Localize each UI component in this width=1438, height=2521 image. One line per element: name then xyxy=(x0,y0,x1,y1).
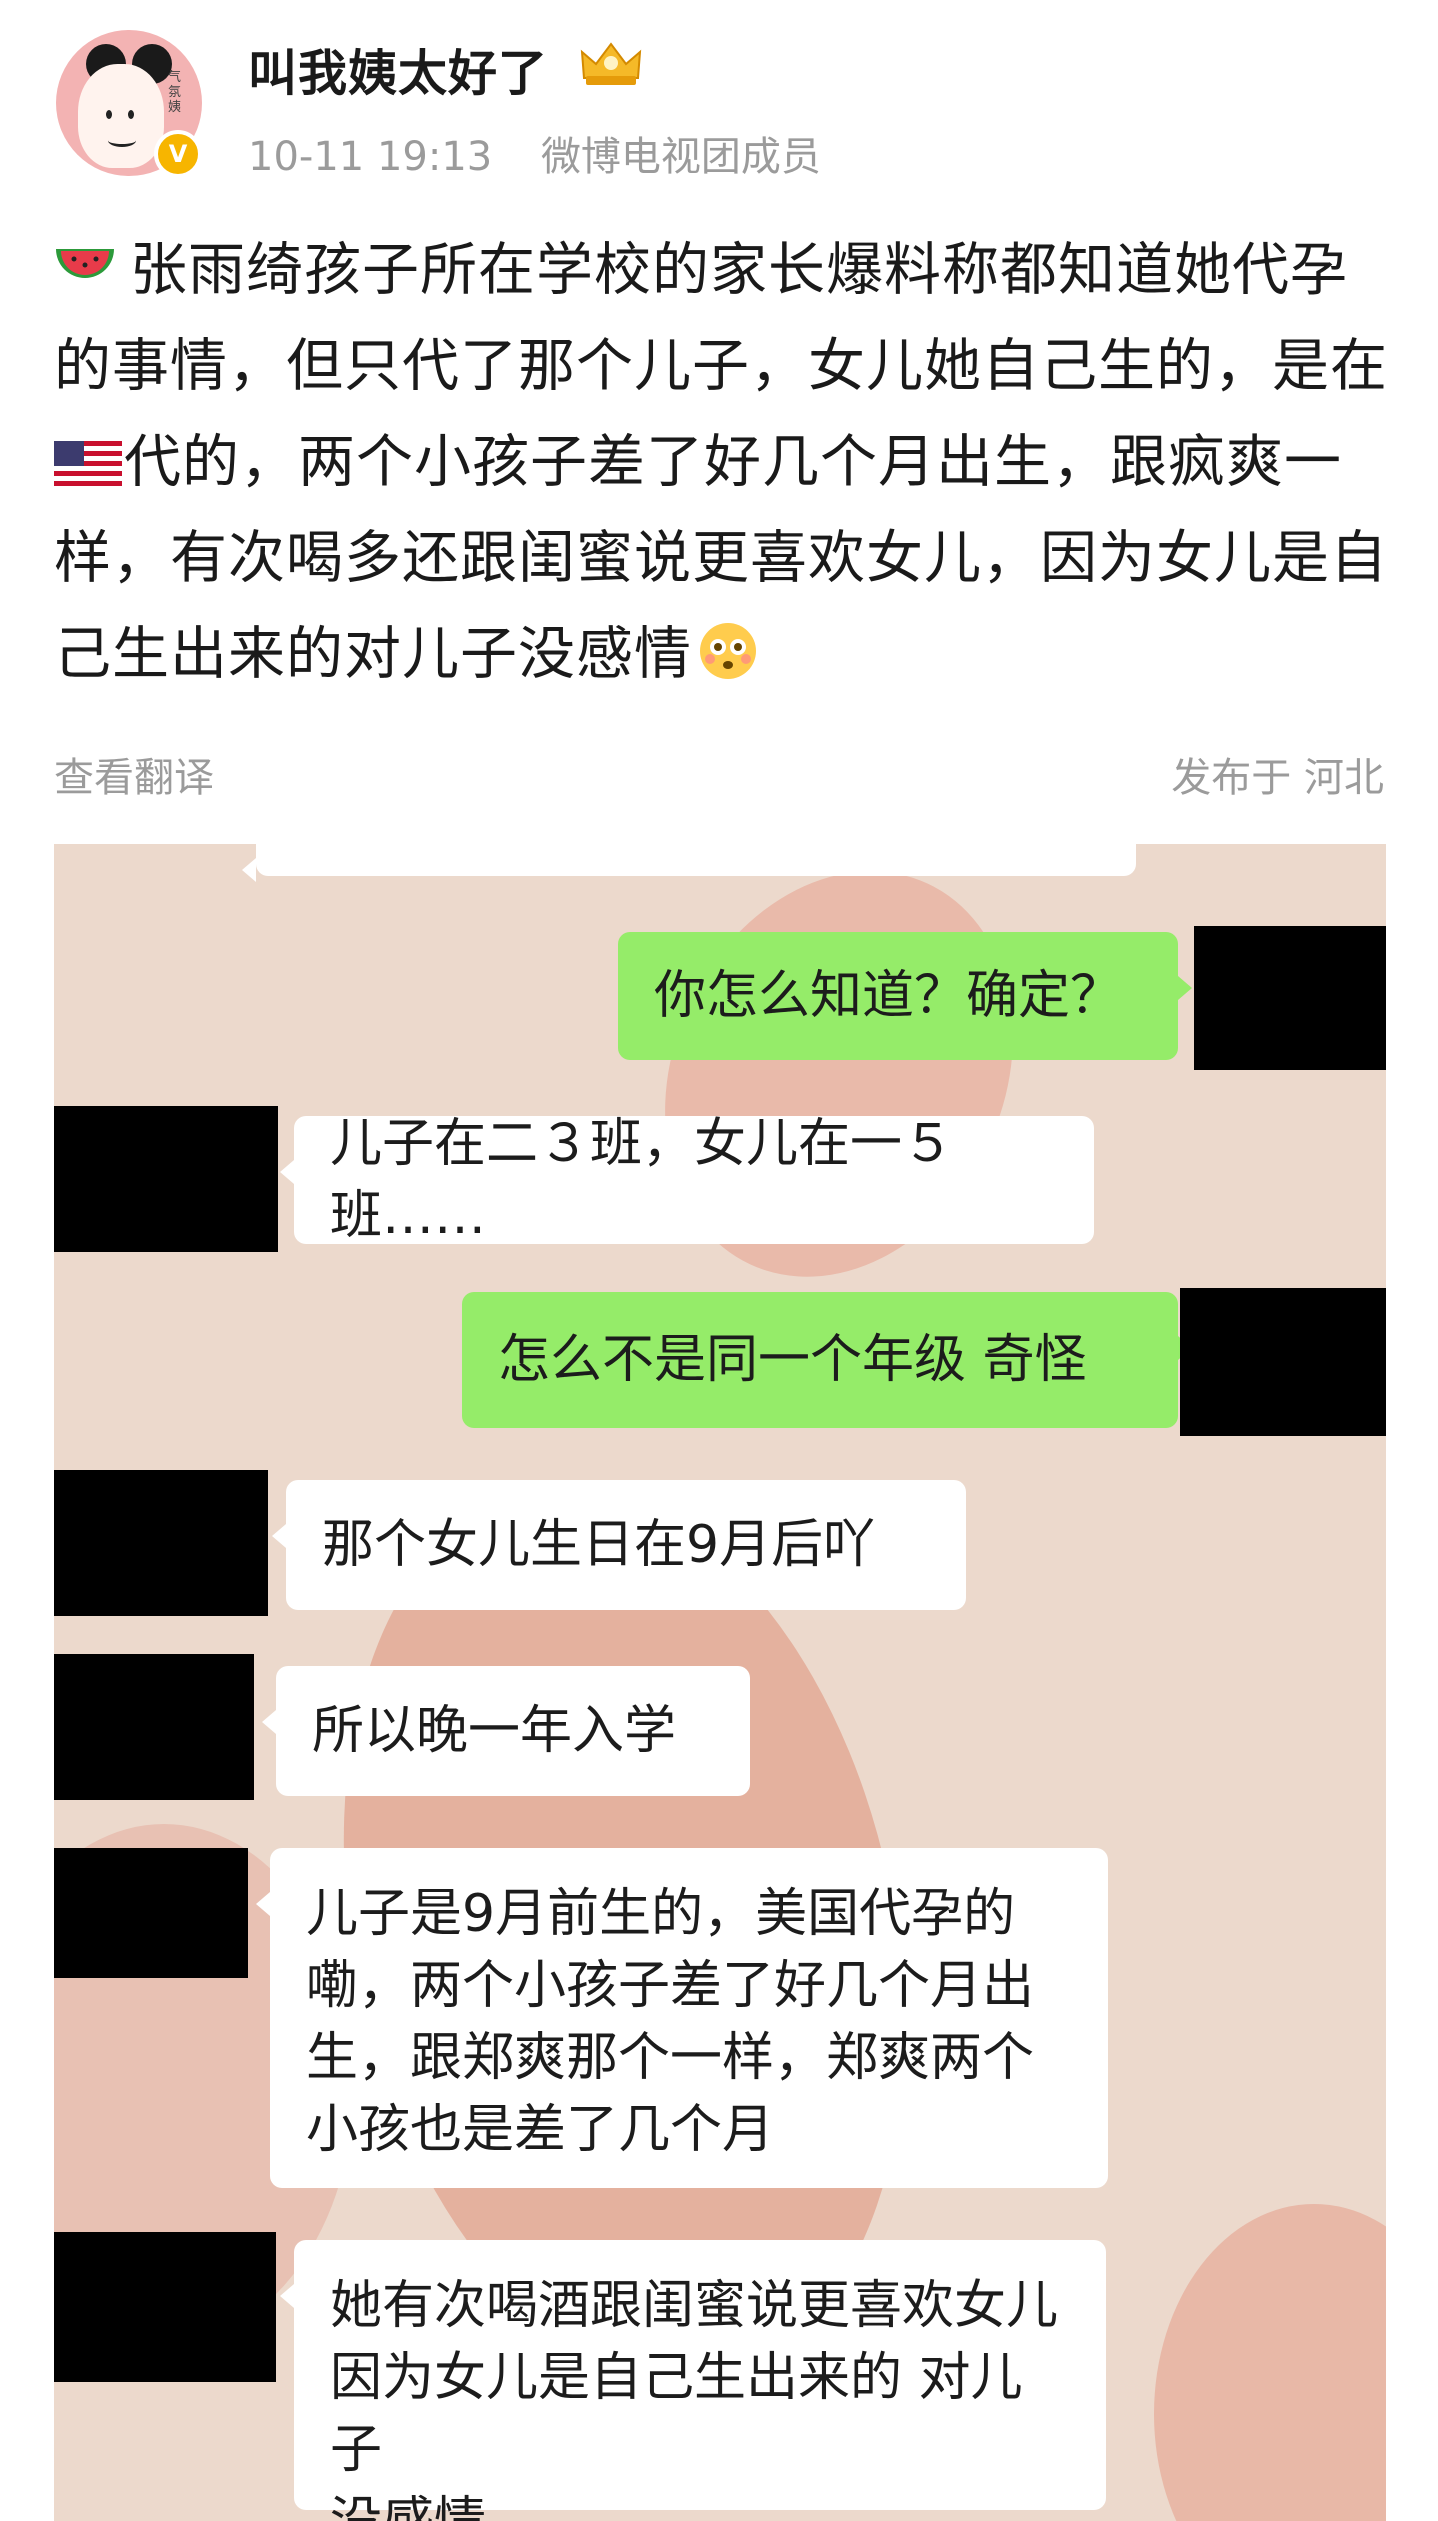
post-line: 代的，两个小孩子差了好几个月出生，跟疯爽一 xyxy=(54,414,1390,510)
post-line: 张雨绮孩子所在学校的家长爆料称都知道她代孕 xyxy=(54,222,1390,318)
post-line: 的事情，但只代了那个儿子，女儿她自己生的，是在 xyxy=(54,333,1388,399)
us-flag-emoji xyxy=(54,441,122,489)
chat-screenshot[interactable]: 你怎么知道？确定？ 儿子在二３班，女儿在一５班…… 怎么不是同一个年级 奇怪 那… xyxy=(54,844,1386,2521)
avatar-scribble: 气氛姨 xyxy=(168,70,182,115)
post-meta: 10-11 19:13 微博电视团成员 xyxy=(248,124,857,182)
member-label[interactable]: 微博电视团成员 xyxy=(541,134,821,180)
redacted-avatar xyxy=(54,2232,276,2382)
post-location: 发布于 河北 xyxy=(1171,755,1384,801)
chat-bubble-received: 她有次喝酒跟闺蜜说更喜欢女儿 因为女儿是自己生出来的 对儿子 没感情 xyxy=(280,2240,1106,2521)
chat-bubble-received: 所以晚一年入学 xyxy=(262,1666,750,1796)
chat-bubble-sent: 你怎么知道？确定？ xyxy=(618,932,1192,1060)
post-timestamp: 10-11 19:13 xyxy=(248,134,493,180)
redacted-avatar xyxy=(1180,1288,1386,1436)
chat-bubble-received: 儿子在二３班，女儿在一５班…… xyxy=(280,1114,1094,1246)
translate-link[interactable]: 查看翻译 xyxy=(54,745,214,803)
redacted-avatar xyxy=(54,1848,248,1978)
redacted-avatar xyxy=(54,1106,278,1252)
flushed-face-emoji xyxy=(700,623,756,679)
crown-icon xyxy=(580,42,642,85)
username[interactable]: 叫我姨太好了 xyxy=(248,34,548,105)
chat-bubble-sent: 怎么不是同一个年级 奇怪 xyxy=(462,1292,1192,1428)
post-line: 己生出来的对儿子没感情 xyxy=(54,606,1390,702)
redacted-avatar xyxy=(1194,926,1386,1070)
chat-bubble-partial xyxy=(242,844,1136,882)
chat-bubble-received: 儿子是9月前生的，美国代孕的 嘞，两个小孩子差了好几个月出 生，跟郑爽那个一样，… xyxy=(256,1848,1108,2188)
post-text: 张雨绮孩子所在学校的家长爆料称都知道她代孕 的事情，但只代了那个儿子，女儿她自己… xyxy=(54,222,1390,702)
redacted-avatar xyxy=(54,1470,268,1616)
redacted-avatar xyxy=(54,1654,254,1800)
watermelon-emoji xyxy=(56,249,114,278)
post-line: 样，有次喝多还跟闺蜜说更喜欢女儿，因为女儿是自 xyxy=(54,525,1388,591)
verified-icon: V xyxy=(154,130,202,178)
chat-bubble-received: 那个女儿生日在9月后吖 xyxy=(272,1480,966,1610)
